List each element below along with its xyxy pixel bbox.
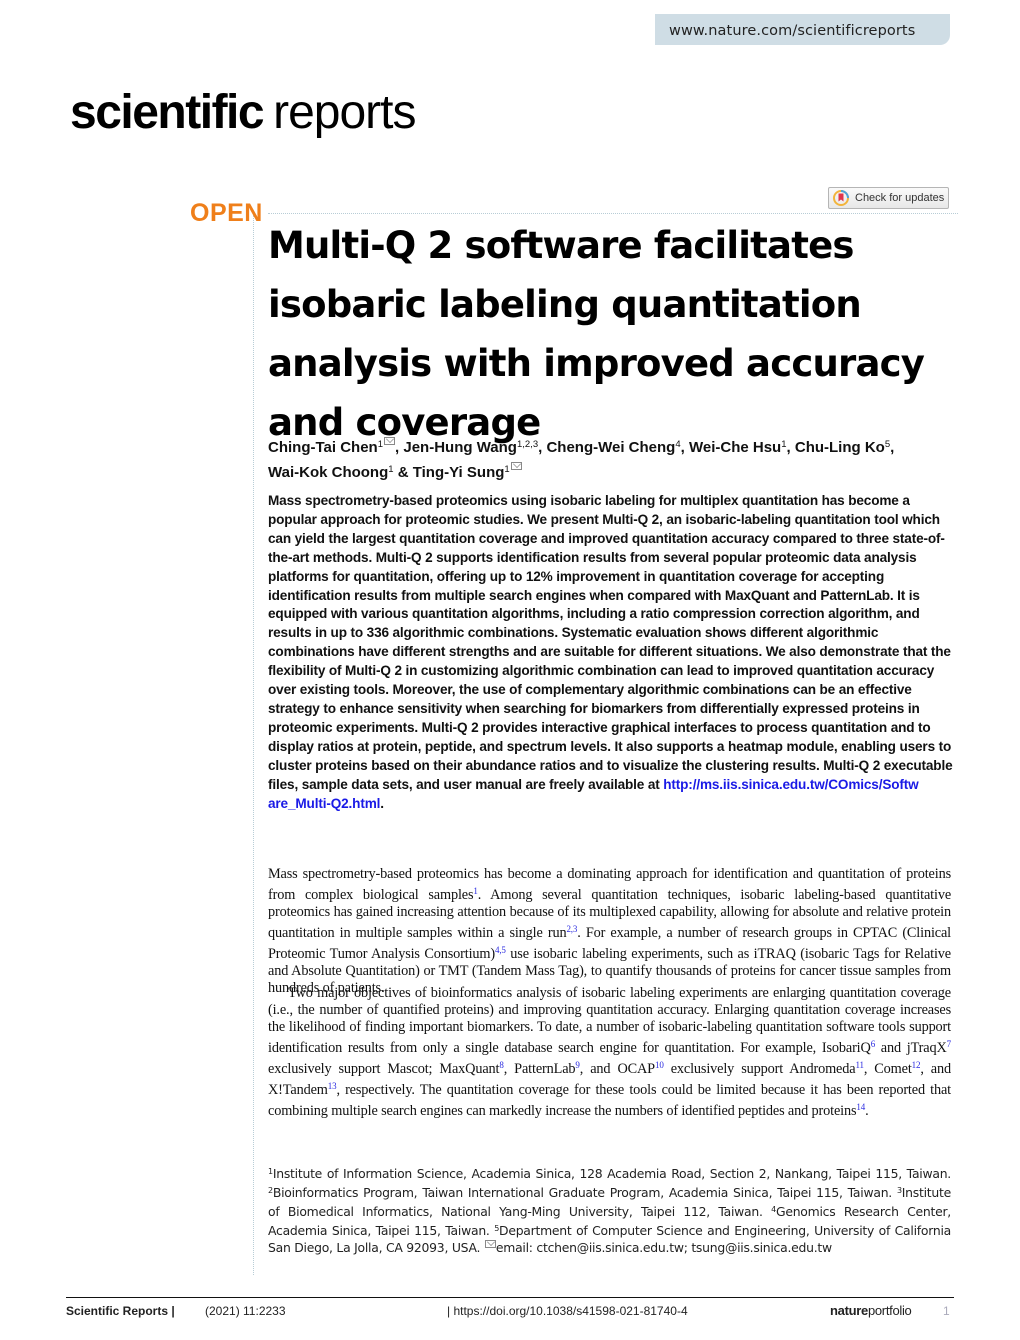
author-name[interactable]: Jen-Hung Wang [403,439,517,456]
author-affiliation-mark: 1 [388,464,394,475]
author-affiliation-mark: 1 [504,464,510,475]
citation-link[interactable]: 6 [871,1039,876,1049]
author-affiliation-mark: 1,2,3 [516,439,539,450]
intro-paragraph-2: Two major objectives of bioinformatics a… [268,985,952,1119]
column-divider [253,215,254,1275]
envelope-icon[interactable] [510,462,522,470]
affiliation-text: Institute of Information Science, Academ… [272,1166,951,1181]
citation-link[interactable]: 9 [575,1060,580,1070]
author-name[interactable]: Chu-Ling Ko [795,439,885,456]
footer-journal: Scientific Reports | [66,1304,175,1318]
citation-link[interactable]: 7 [947,1039,952,1049]
footer-rule [66,1297,954,1298]
check-for-updates-button[interactable]: Check for updates [828,187,949,209]
author-affiliation-mark: 1 [377,439,384,450]
open-access-badge: OPEN [190,199,263,227]
intro-paragraph-1: Mass spectrometry-based proteomics has b… [268,866,952,996]
check-for-updates-label: Check for updates [855,192,945,204]
citation-link[interactable]: 4,5 [495,945,506,955]
abstract: Mass spectrometry-based proteomics using… [268,492,958,813]
journal-logo-light: reports [273,86,416,139]
citation-link[interactable]: 13 [328,1081,337,1091]
author-affiliation-mark: 1 [781,439,787,450]
author-name[interactable]: Ching-Tai Chen [268,439,378,456]
citation-link[interactable]: 11 [855,1060,864,1070]
envelope-icon[interactable] [384,437,396,445]
journal-url-tab[interactable]: www.nature.com/scientificreports [655,14,950,45]
citation-link[interactable]: 10 [655,1060,664,1070]
footer-doi[interactable]: | https://doi.org/10.1038/s41598-021-817… [447,1303,688,1319]
crossmark-icon [833,190,849,206]
author-name[interactable]: Cheng-Wei Cheng [546,439,675,456]
corresponding-email[interactable]: email: ctchen@iis.sinica.edu.tw; tsung@i… [496,1240,832,1255]
page-number: 1 [943,1304,950,1318]
brand-bold: nature [830,1303,868,1318]
affiliation-text: Bioinformatics Program, Taiwan Internati… [272,1185,897,1200]
article-title: Multi-Q 2 software facilitates isobaric … [268,224,925,444]
citation-link[interactable]: 14 [856,1102,865,1112]
abstract-text: Mass spectrometry-based proteomics using… [268,493,953,792]
author-name[interactable]: Wei-Che Hsu [689,439,781,456]
journal-logo-bold: scientific [70,86,265,139]
citation-link[interactable]: 1 [473,886,478,896]
affiliations: 1Institute of Information Science, Acade… [268,1163,951,1256]
author-name[interactable]: Ting-Yi Sung [413,464,505,481]
author-affiliation-mark: 4 [675,439,681,450]
envelope-icon [484,1240,496,1248]
abstract-end: . [380,795,384,811]
author-list: Ching-Tai Chen1, Jen-Hung Wang1,2,3, Che… [268,437,895,481]
journal-logo[interactable]: scientific reports [70,83,416,143]
footer-volume: (2021) 11:2233 [205,1304,286,1318]
brand-light: portfolio [867,1303,912,1318]
citation-link[interactable]: 8 [499,1060,504,1070]
header-divider [268,213,958,214]
citation-link[interactable]: 12 [912,1060,921,1070]
author-affiliation-mark: 5 [884,439,891,450]
nature-portfolio-logo: natureportfolio [830,1303,912,1319]
citation-link[interactable]: 2,3 [566,924,577,934]
author-name[interactable]: Wai-Kok Choong [268,464,388,481]
